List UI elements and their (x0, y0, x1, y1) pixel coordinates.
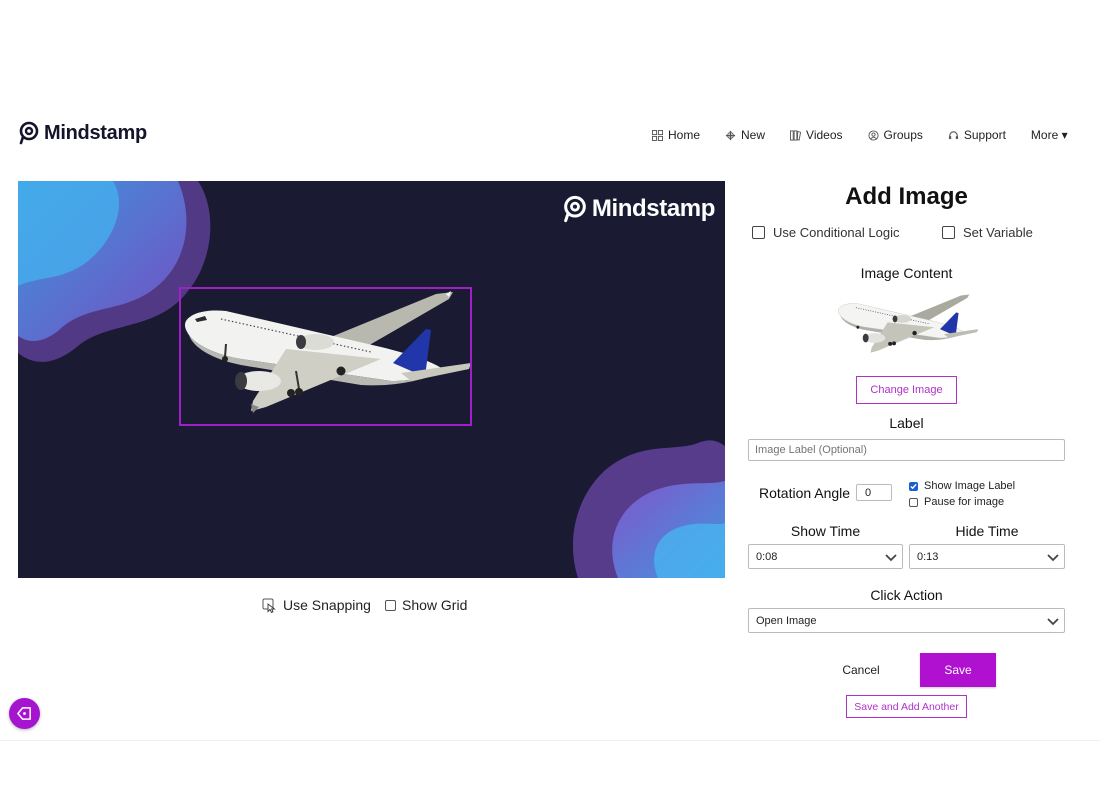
snapping-icon (262, 598, 276, 613)
set-variable-checkbox[interactable]: Set Variable (942, 225, 1033, 240)
image-content-heading: Image Content (860, 265, 953, 281)
videos-icon (790, 129, 802, 141)
set-variable-box[interactable] (942, 226, 955, 239)
cancel-button[interactable]: Cancel (830, 653, 892, 687)
nav-more-label: More ▾ (1030, 128, 1068, 142)
hide-time-value: 0:13 (917, 550, 939, 563)
top-nav: Home New Videos Groups Support More ▾ (652, 128, 1068, 142)
nav-support-label: Support (963, 128, 1006, 142)
brand-logo[interactable]: Mindstamp (18, 121, 147, 145)
show-image-label-checkbox[interactable]: Show Image Label (909, 480, 1015, 492)
chevron-down-icon (1047, 553, 1059, 561)
use-snapping-label: Use Snapping (283, 597, 371, 613)
hide-time-select[interactable]: 0:13 (909, 544, 1065, 569)
label-heading: Label (889, 415, 924, 431)
rotation-angle-label: Rotation Angle (759, 485, 851, 501)
nav-new[interactable]: New (725, 128, 765, 142)
save-button[interactable]: Save (920, 653, 996, 687)
airplane-image (185, 291, 471, 413)
footer-divider (0, 740, 1100, 741)
nav-groups-label: Groups (883, 128, 923, 142)
pause-for-image-text: Pause for image (924, 496, 1005, 508)
panel-title: Add Image (845, 183, 968, 210)
show-grid-label: Show Grid (402, 597, 468, 613)
click-action-value: Open Image (756, 614, 817, 627)
canvas-watermark-text: Mindstamp (591, 195, 715, 222)
show-image-label-text: Show Image Label (924, 480, 1016, 492)
hide-time-heading: Hide Time (955, 523, 1019, 539)
video-canvas[interactable]: Mindstamp (18, 181, 725, 578)
floating-help-button[interactable] (9, 698, 40, 729)
use-conditional-logic-checkbox[interactable]: Use Conditional Logic (752, 225, 899, 240)
headset-icon (948, 130, 958, 139)
change-image-button[interactable]: Change Image (856, 376, 957, 404)
rotation-angle-input[interactable]: 0 (856, 484, 892, 501)
brand-name: Mindstamp (44, 121, 147, 144)
pause-for-image-checkbox[interactable]: Pause for image (909, 496, 1004, 508)
check-icon (910, 483, 917, 489)
nav-home-label: Home (668, 128, 701, 142)
image-overlay-selection[interactable] (179, 287, 472, 426)
tag-arrow-icon (17, 707, 31, 720)
nav-videos[interactable]: Videos (790, 128, 843, 142)
image-content-thumbnail (838, 294, 979, 353)
nav-home[interactable]: Home (652, 128, 700, 142)
click-action-heading: Click Action (870, 587, 943, 603)
nav-groups[interactable]: Groups (867, 128, 923, 142)
chevron-down-icon (885, 553, 897, 561)
chevron-down-icon (1047, 617, 1059, 625)
mindstamp-logo-icon (19, 121, 39, 145)
set-variable-label: Set Variable (963, 225, 1033, 240)
use-conditional-logic-label: Use Conditional Logic (773, 225, 900, 240)
nav-videos-label: Videos (806, 128, 843, 142)
groups-icon (867, 129, 879, 141)
image-label-input[interactable] (748, 439, 1065, 461)
show-grid-checkbox[interactable]: Show Grid (385, 597, 467, 613)
show-image-label-box[interactable] (909, 481, 918, 491)
save-and-add-another-button[interactable]: Save and Add Another (846, 695, 967, 718)
nav-more[interactable]: More ▾ (1031, 128, 1068, 142)
nav-support[interactable]: Support (948, 128, 1006, 142)
show-grid-checkbox-box[interactable] (385, 599, 396, 611)
click-action-select[interactable]: Open Image (748, 608, 1065, 633)
pause-for-image-box[interactable] (909, 497, 918, 507)
canvas-watermark: Mindstamp (562, 195, 715, 223)
nav-new-label: New (741, 128, 766, 142)
mindstamp-logo-icon (564, 195, 586, 223)
use-snapping-toggle[interactable]: Use Snapping (262, 597, 371, 613)
show-time-heading: Show Time (790, 523, 861, 539)
show-time-value: 0:08 (756, 550, 778, 563)
grid-icon (652, 129, 663, 141)
use-conditional-logic-box[interactable] (752, 226, 765, 239)
show-time-select[interactable]: 0:08 (748, 544, 903, 569)
plus-icon (725, 130, 736, 140)
